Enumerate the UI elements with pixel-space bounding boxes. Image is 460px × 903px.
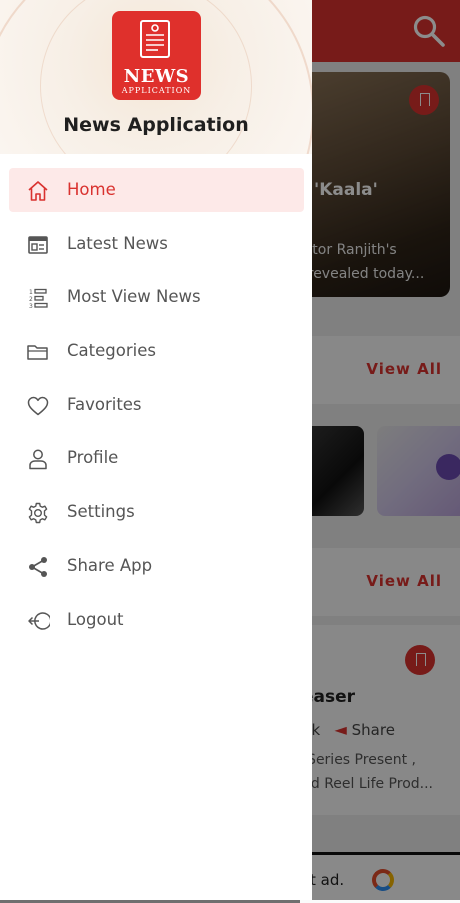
menu-label: Most View News xyxy=(67,287,201,307)
menu-item-settings[interactable]: Settings xyxy=(0,488,312,542)
menu-item-categories[interactable]: Categories xyxy=(0,327,312,381)
menu-label: Latest News xyxy=(67,233,168,253)
menu-label: Share App xyxy=(67,555,153,575)
menu-label: Settings xyxy=(67,502,135,522)
svg-text:2: 2 xyxy=(29,296,33,303)
app-name: News Application xyxy=(63,114,249,136)
drawer-header: NEWS APPLICATION News Application xyxy=(0,0,312,154)
menu-item-latest-news[interactable]: Latest News xyxy=(0,220,312,274)
logo-subtitle: APPLICATION xyxy=(121,86,192,95)
gear-icon xyxy=(28,502,48,524)
share-icon xyxy=(29,556,47,577)
menu-label: Profile xyxy=(67,448,119,468)
menu-item-share-app[interactable]: Share App xyxy=(0,542,312,596)
app-logo: NEWS APPLICATION xyxy=(112,11,201,100)
svg-text:3: 3 xyxy=(29,303,33,310)
menu-label: Home xyxy=(67,180,116,199)
newspaper-logo-icon xyxy=(140,20,170,58)
menu-item-profile[interactable]: Profile xyxy=(0,434,312,488)
menu-label: Favorites xyxy=(67,394,142,414)
newspaper-icon xyxy=(28,235,48,254)
menu-label: Categories xyxy=(67,341,156,361)
drawer-menu: Home Latest News 1 2 3 Most View News Ca… xyxy=(0,166,312,649)
menu-item-most-view-news[interactable]: 1 2 3 Most View News xyxy=(0,273,312,327)
menu-item-logout[interactable]: Logout xyxy=(0,596,312,650)
svg-text:1: 1 xyxy=(29,289,33,296)
person-icon xyxy=(29,449,47,470)
logo-title: NEWS xyxy=(123,66,190,87)
navigation-drawer: NEWS APPLICATION News Application Home L… xyxy=(0,0,312,900)
ranked-list-icon: 1 2 3 xyxy=(29,289,48,310)
logout-icon xyxy=(28,611,50,630)
menu-label: Logout xyxy=(67,609,124,629)
folder-icon xyxy=(27,345,48,360)
home-icon xyxy=(28,181,48,201)
heart-icon xyxy=(27,396,49,415)
menu-item-home[interactable]: Home xyxy=(0,166,312,220)
menu-item-favorites[interactable]: Favorites xyxy=(0,381,312,435)
